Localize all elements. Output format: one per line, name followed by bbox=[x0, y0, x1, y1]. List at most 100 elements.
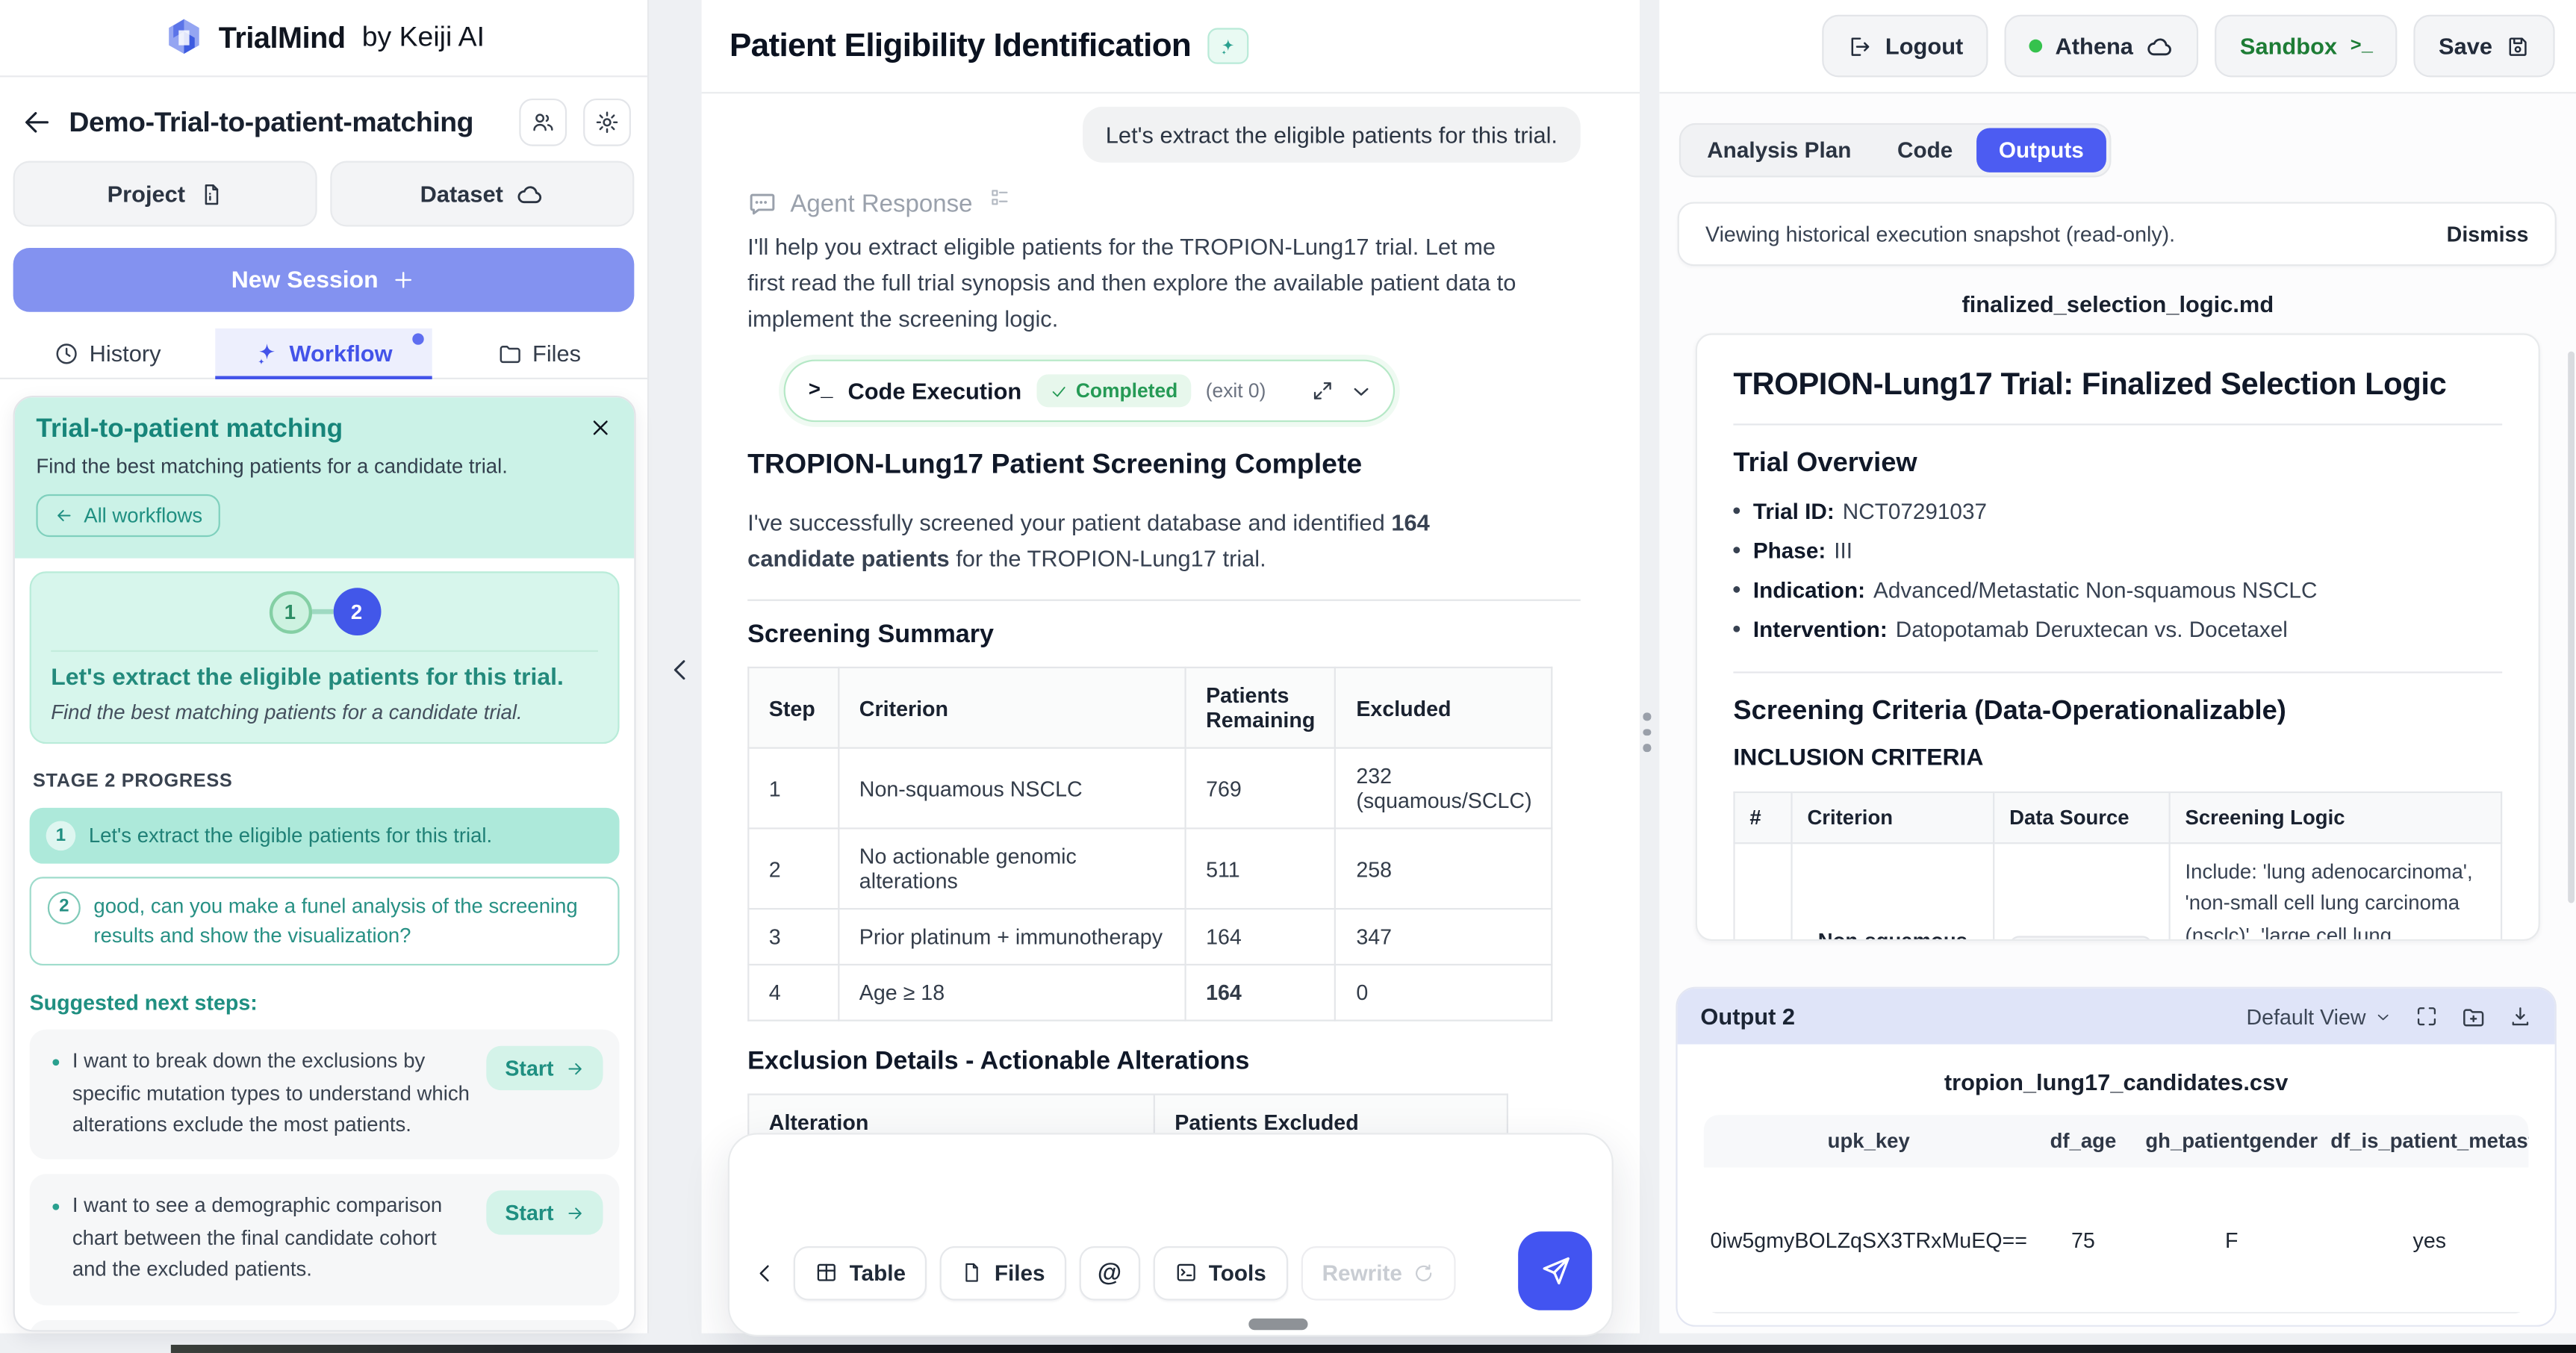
download-icon[interactable] bbox=[2509, 1005, 2532, 1028]
trial-overview-list: Trial ID:NCT07291037 Phase:III Indicatio… bbox=[1733, 493, 2502, 650]
folder-plus-icon[interactable] bbox=[2461, 1004, 2486, 1029]
window-scrollbar-thumb[interactable] bbox=[2568, 352, 2575, 903]
outputs-panel: Logout Athena Sandbox >_ Save Analysis P… bbox=[1659, 0, 2576, 1334]
chat-scroll-area[interactable]: Let's extract the eligible patients for … bbox=[702, 93, 1640, 1151]
brand-name: TrialMind bbox=[219, 20, 346, 55]
chevron-down-icon[interactable] bbox=[1349, 379, 1374, 403]
back-arrow-icon[interactable] bbox=[22, 107, 53, 138]
clock-icon bbox=[55, 340, 79, 365]
stage-card-title: Let's extract the eligible patients for … bbox=[51, 665, 598, 691]
list-item: Intervention:Datopotamab Deruxtecan vs. … bbox=[1733, 611, 2502, 650]
progress-2-number: 2 bbox=[48, 892, 81, 924]
close-icon[interactable] bbox=[588, 415, 613, 440]
status-dot-icon bbox=[2029, 40, 2042, 53]
logout-button[interactable]: Logout bbox=[1823, 15, 1988, 78]
rewrite-button[interactable]: Rewrite bbox=[1301, 1245, 1457, 1300]
suggestion-text: I want to break down the exclusions by s… bbox=[72, 1046, 474, 1142]
tab-files[interactable]: Files bbox=[432, 329, 647, 378]
maximize-icon[interactable] bbox=[1311, 379, 1334, 402]
stage-progress-label: STAGE 2 PROGRESS bbox=[33, 772, 620, 791]
bullet-dot bbox=[1733, 586, 1740, 593]
stage-card-subtitle: Find the best matching patients for a ca… bbox=[51, 701, 598, 724]
gear-icon bbox=[595, 110, 620, 134]
arrow-right-icon bbox=[565, 1204, 585, 1223]
expand-icon[interactable] bbox=[2415, 1005, 2439, 1028]
tab-analysis-plan[interactable]: Analysis Plan bbox=[1684, 128, 1874, 172]
start-label: Start bbox=[505, 1057, 553, 1081]
composer-collapse-chevron[interactable] bbox=[753, 1259, 777, 1287]
suggestion-card[interactable]: I want to break down the exclusions by s… bbox=[30, 1030, 620, 1160]
terminal-prompt-icon: >_ bbox=[2351, 35, 2373, 57]
page-title: Patient Eligibility Identification bbox=[729, 27, 1191, 65]
all-workflows-button[interactable]: All workflows bbox=[36, 494, 220, 537]
tasks-icon[interactable] bbox=[989, 187, 1010, 208]
mention-button[interactable]: @ bbox=[1080, 1245, 1140, 1300]
table-row: 2 No actionable genomic alterations 511 … bbox=[748, 829, 1552, 909]
files-button-label: Files bbox=[995, 1260, 1045, 1285]
code-execution-block[interactable]: >_ Code Execution Completed (exit 0) bbox=[784, 360, 1396, 423]
paper-plane-icon bbox=[1539, 1254, 1572, 1287]
tab-outputs[interactable]: Outputs bbox=[1976, 128, 2106, 172]
step-connector bbox=[311, 609, 333, 615]
step-1-circle[interactable]: 1 bbox=[269, 591, 311, 633]
project-button[interactable]: Project bbox=[13, 161, 317, 227]
terminal-prompt-icon: >_ bbox=[809, 379, 833, 402]
sandbox-button[interactable]: Sandbox >_ bbox=[2215, 15, 2398, 78]
send-button[interactable] bbox=[1518, 1231, 1592, 1310]
save-label: Save bbox=[2439, 33, 2492, 59]
suggestion-card[interactable]: I want to export the candidate list with… bbox=[30, 1319, 620, 1331]
sidebar-collapse-chevron[interactable] bbox=[665, 653, 695, 686]
divider bbox=[747, 600, 1581, 601]
markdown-output-card[interactable]: TROPION-Lung17 Trial: Finalized Selectio… bbox=[1696, 333, 2540, 941]
output-2-header: Output 2 Default View bbox=[1678, 989, 2555, 1045]
progress-item-2[interactable]: 2 good, can you make a funel analysis of… bbox=[30, 877, 620, 965]
tab-files-label: Files bbox=[532, 340, 581, 366]
csv-filename: tropion_lung17_candidates.csv bbox=[1678, 1069, 2555, 1095]
notice-text: Viewing historical execution snapshot (r… bbox=[1705, 222, 2175, 246]
chat-panel: Patient Eligibility Identification Let's… bbox=[702, 0, 1640, 1334]
athena-connection-button[interactable]: Athena bbox=[2004, 15, 2199, 78]
arrow-right-icon bbox=[565, 1059, 585, 1078]
output-2-card: Output 2 Default View tropion_lung17_can… bbox=[1676, 987, 2556, 1327]
list-item: Phase:III bbox=[1733, 532, 2502, 571]
criteria-heading: Screening Criteria (Data-Operationalizab… bbox=[1733, 696, 2502, 727]
file-icon bbox=[962, 1261, 983, 1284]
table-button[interactable]: Table bbox=[794, 1245, 927, 1300]
document-icon bbox=[199, 181, 223, 206]
tab-code[interactable]: Code bbox=[1874, 128, 1976, 172]
project-button-label: Project bbox=[108, 181, 185, 207]
check-icon bbox=[1050, 382, 1068, 399]
output-filename: finalized_selection_logic.md bbox=[1659, 290, 2576, 317]
bullet-dot bbox=[1733, 547, 1740, 553]
panel-resize-handle[interactable] bbox=[1643, 712, 1650, 751]
start-button[interactable]: Start bbox=[487, 1046, 603, 1090]
tab-workflow[interactable]: Workflow bbox=[216, 329, 432, 378]
chevron-down-icon bbox=[2374, 1007, 2392, 1025]
code-execution-label: Code Execution bbox=[847, 378, 1021, 404]
chat-bubble-icon bbox=[747, 189, 777, 219]
col-df-age: df_age bbox=[2034, 1130, 2133, 1153]
message-composer[interactable]: Table Files @ Tools Rewrite bbox=[728, 1133, 1614, 1337]
dismiss-button[interactable]: Dismiss bbox=[2447, 222, 2529, 246]
trialmind-cube-icon bbox=[163, 16, 205, 59]
session-title: Demo-Trial-to-patient-matching bbox=[69, 106, 503, 139]
status-badge: Completed bbox=[1036, 374, 1191, 407]
status-label: Completed bbox=[1076, 379, 1177, 402]
session-settings-button[interactable] bbox=[583, 99, 631, 146]
desktop-edge-strip bbox=[171, 1345, 2576, 1353]
tab-history[interactable]: History bbox=[0, 329, 216, 378]
collaborators-button[interactable] bbox=[519, 99, 567, 146]
composer-drag-handle[interactable] bbox=[1248, 1319, 1307, 1330]
dataset-button[interactable]: Dataset bbox=[330, 161, 634, 227]
progress-item-1[interactable]: 1 Let's extract the eligible patients fo… bbox=[30, 808, 620, 864]
step-2-circle[interactable]: 2 bbox=[333, 588, 381, 635]
start-button[interactable]: Start bbox=[487, 1191, 603, 1235]
table-icon bbox=[815, 1261, 838, 1284]
suggestion-card[interactable]: I want to see a demographic comparison c… bbox=[30, 1175, 620, 1304]
stage-card[interactable]: 1 2 Let's extract the eligible patients … bbox=[30, 571, 620, 744]
new-session-button[interactable]: New Session bbox=[13, 248, 635, 312]
default-view-dropdown[interactable]: Default View bbox=[2246, 1004, 2392, 1029]
tools-button[interactable]: Tools bbox=[1153, 1245, 1287, 1300]
files-button[interactable]: Files bbox=[940, 1245, 1066, 1300]
save-button[interactable]: Save bbox=[2414, 15, 2555, 78]
